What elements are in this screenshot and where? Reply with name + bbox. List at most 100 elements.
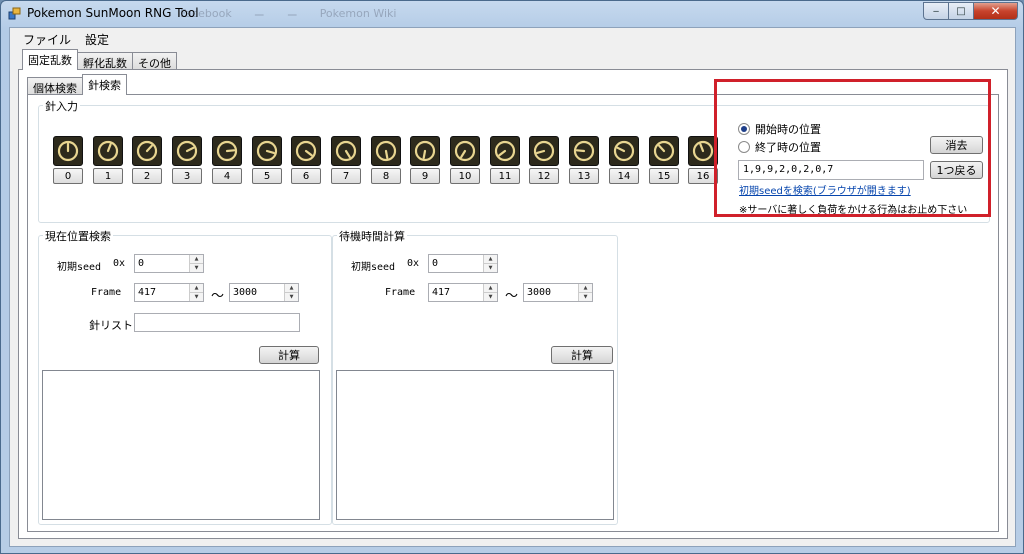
- range-separator: ～: [505, 289, 519, 304]
- tab-fixed-rng[interactable]: 固定乱数: [22, 49, 78, 70]
- close-button[interactable]: ✕: [974, 2, 1018, 20]
- needle-number-button[interactable]: 14: [609, 168, 639, 184]
- needle-dial-icon: [494, 140, 516, 162]
- needle-list-input[interactable]: [134, 313, 300, 332]
- app-icon: [8, 7, 21, 20]
- radio-start-position[interactable]: 開始時の位置: [738, 121, 821, 137]
- needle-number-button[interactable]: 11: [490, 168, 520, 184]
- needle-number-button[interactable]: 12: [529, 168, 559, 184]
- seed-input[interactable]: 0 ▲ ▼: [134, 254, 204, 273]
- needle-dial-button[interactable]: [132, 136, 162, 166]
- needle-dial-icon: [335, 140, 357, 162]
- current-search-title: 現在位置検索: [43, 228, 113, 244]
- needle-dial-button[interactable]: [172, 136, 202, 166]
- needle-dial-button[interactable]: [331, 136, 361, 166]
- needle-dial-button[interactable]: [529, 136, 559, 166]
- needle-dial-button[interactable]: [53, 136, 83, 166]
- needle-number-button[interactable]: 4: [212, 168, 242, 184]
- calc-button[interactable]: 計算: [551, 346, 613, 364]
- clear-button[interactable]: 消去: [930, 136, 983, 154]
- seed-label: 初期seed: [57, 262, 102, 273]
- needle-number-button[interactable]: 9: [410, 168, 440, 184]
- needle-number-button[interactable]: 10: [450, 168, 480, 184]
- close-icon: ✕: [990, 4, 1001, 18]
- spin-down-icon[interactable]: ▼: [189, 263, 203, 272]
- sub-tabstrip: 個体検索 針検索: [27, 74, 127, 95]
- needle-number-button[interactable]: 13: [569, 168, 599, 184]
- needle-dial-icon: [136, 140, 158, 162]
- seed-input[interactable]: 0 ▲ ▼: [428, 254, 498, 273]
- spin-down-icon[interactable]: ▼: [483, 292, 497, 301]
- needle-dial-button[interactable]: [649, 136, 679, 166]
- tab-egg-rng[interactable]: 孵化乱数: [77, 52, 133, 70]
- title-bar[interactable]: Pokemon SunMoon RNG Tool Facebook ー ー Po…: [1, 1, 1023, 25]
- menu-settings[interactable]: 設定: [78, 28, 116, 48]
- radio-unchecked-icon[interactable]: [738, 141, 750, 153]
- needle-number-button[interactable]: 1: [93, 168, 123, 184]
- needle-dial-button[interactable]: [490, 136, 520, 166]
- needle-dial-icon: [692, 140, 714, 162]
- frame-min-input[interactable]: 417 ▲ ▼: [428, 283, 498, 302]
- needle-dial-button[interactable]: [450, 136, 480, 166]
- spin-down-icon[interactable]: ▼: [284, 292, 298, 301]
- result-list[interactable]: [336, 370, 614, 520]
- needle-number-button[interactable]: 6: [291, 168, 321, 184]
- spin-up-icon[interactable]: ▲: [189, 284, 203, 292]
- back-one-button[interactable]: 1つ戻る: [930, 161, 983, 179]
- main-tabstrip: 固定乱数 孵化乱数 その他: [22, 49, 177, 70]
- seed-label: 初期seed: [351, 262, 396, 273]
- seed-search-link[interactable]: 初期seedを検索(ブラウザが開きます): [739, 182, 911, 197]
- needle-sequence-input[interactable]: 1,9,9,2,0,2,0,7: [738, 160, 924, 180]
- needle-dial-button[interactable]: [569, 136, 599, 166]
- needle-dial-icon: [573, 140, 595, 162]
- needle-number-button[interactable]: 3: [172, 168, 202, 184]
- spin-down-icon[interactable]: ▼: [189, 292, 203, 301]
- menu-file[interactable]: ファイル: [16, 28, 78, 48]
- spin-up-icon[interactable]: ▲: [284, 284, 298, 292]
- needle-number-button[interactable]: 0: [53, 168, 83, 184]
- wait-calc-title: 待機時間計算: [337, 228, 407, 244]
- radio-end-label: 終了時の位置: [755, 141, 821, 154]
- needle-dial-button[interactable]: [609, 136, 639, 166]
- tab-needle-search[interactable]: 針検索: [82, 74, 127, 95]
- needle-number-button[interactable]: 2: [132, 168, 162, 184]
- window-controls: ‒ □ ✕: [923, 2, 1018, 20]
- needle-number-button[interactable]: 15: [649, 168, 679, 184]
- radio-start-label: 開始時の位置: [755, 123, 821, 136]
- needle-dial-button[interactable]: [291, 136, 321, 166]
- seed-value: 0: [432, 258, 439, 269]
- menu-bar: ファイル 設定: [10, 28, 1015, 48]
- needle-dial-button[interactable]: [252, 136, 282, 166]
- needle-number-button[interactable]: 7: [331, 168, 361, 184]
- spin-up-icon[interactable]: ▲: [578, 284, 592, 292]
- needle-dial-icon: [57, 140, 79, 162]
- tab-other[interactable]: その他: [132, 52, 177, 70]
- radio-end-position[interactable]: 終了時の位置: [738, 139, 821, 155]
- spin-down-icon[interactable]: ▼: [578, 292, 592, 301]
- needle-dial-button[interactable]: [212, 136, 242, 166]
- needle-dial-button[interactable]: [371, 136, 401, 166]
- result-list[interactable]: [42, 370, 320, 520]
- radio-checked-icon[interactable]: [738, 123, 750, 135]
- needle-dial-button[interactable]: [93, 136, 123, 166]
- calc-button[interactable]: 計算: [259, 346, 319, 364]
- spin-down-icon[interactable]: ▼: [483, 263, 497, 272]
- spin-up-icon[interactable]: ▲: [483, 284, 497, 292]
- minimize-button[interactable]: ‒: [923, 2, 949, 20]
- needle-dial-icon: [295, 140, 317, 162]
- frame-min-input[interactable]: 417 ▲ ▼: [134, 283, 204, 302]
- needle-number-button[interactable]: 5: [252, 168, 282, 184]
- needle-input-title: 針入力: [43, 98, 80, 114]
- needle-dial-icon: [375, 140, 397, 162]
- frame-max-input[interactable]: 3000 ▲ ▼: [523, 283, 593, 302]
- tab-individual-search[interactable]: 個体検索: [27, 77, 83, 95]
- spin-up-icon[interactable]: ▲: [189, 255, 203, 263]
- frame-max-input[interactable]: 3000 ▲ ▼: [229, 283, 299, 302]
- needle-dial-button[interactable]: [410, 136, 440, 166]
- maximize-button[interactable]: □: [949, 2, 974, 20]
- ghost-tab: Facebook: [180, 7, 232, 20]
- seed-prefix: 0x: [407, 258, 420, 269]
- seed-prefix: 0x: [113, 258, 126, 269]
- needle-number-button[interactable]: 8: [371, 168, 401, 184]
- spin-up-icon[interactable]: ▲: [483, 255, 497, 263]
